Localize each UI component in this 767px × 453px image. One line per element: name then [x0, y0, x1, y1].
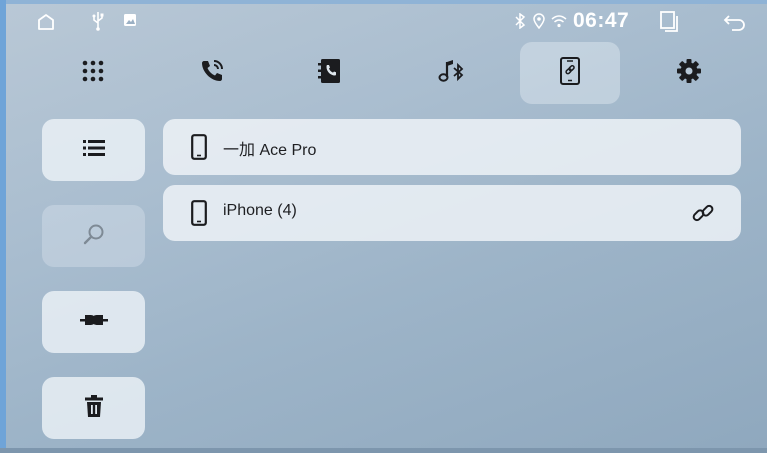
trash-icon — [84, 394, 103, 422]
tab-bluetooth-music[interactable] — [401, 42, 501, 104]
usb-icon — [90, 11, 106, 31]
device-row[interactable]: iPhone (4) — [163, 185, 741, 241]
list-button[interactable] — [42, 119, 145, 181]
device-name: iPhone (4) — [223, 202, 297, 219]
settings-gear-icon — [676, 58, 702, 89]
status-bar: 06:47 — [0, 0, 767, 42]
bluetooth-music-icon — [437, 58, 465, 89]
top-tab-bar — [0, 42, 767, 104]
location-icon — [532, 12, 546, 30]
connected-devices-icon — [559, 56, 581, 90]
link-icon — [691, 201, 715, 230]
connect-button[interactable] — [42, 291, 145, 353]
bluetooth-icon — [513, 12, 527, 30]
tab-phone[interactable] — [162, 42, 262, 104]
delete-button[interactable] — [42, 377, 145, 439]
home-icon[interactable] — [35, 11, 57, 33]
wifi-icon — [550, 12, 568, 30]
phone-icon — [191, 200, 207, 231]
list-icon — [82, 139, 105, 162]
apps-grid-icon — [82, 60, 104, 87]
screen-frame-bottom — [0, 448, 767, 453]
contacts-icon — [318, 58, 342, 89]
search-icon — [83, 223, 105, 250]
image-icon — [122, 12, 138, 28]
phone-icon — [191, 134, 207, 165]
tab-connected-devices[interactable] — [520, 42, 620, 104]
phone-call-icon — [199, 58, 225, 89]
tab-contacts[interactable] — [280, 42, 380, 104]
plug-icon — [79, 313, 108, 332]
device-name: 一加 Ace Pro — [223, 142, 317, 159]
window-icon[interactable] — [658, 9, 680, 33]
device-row[interactable]: 一加 Ace Pro — [163, 119, 741, 175]
search-button[interactable] — [42, 205, 145, 267]
back-icon[interactable] — [722, 11, 748, 33]
clock-time: 06:47 — [573, 9, 630, 32]
tab-settings[interactable] — [639, 42, 739, 104]
tab-apps[interactable] — [43, 42, 143, 104]
